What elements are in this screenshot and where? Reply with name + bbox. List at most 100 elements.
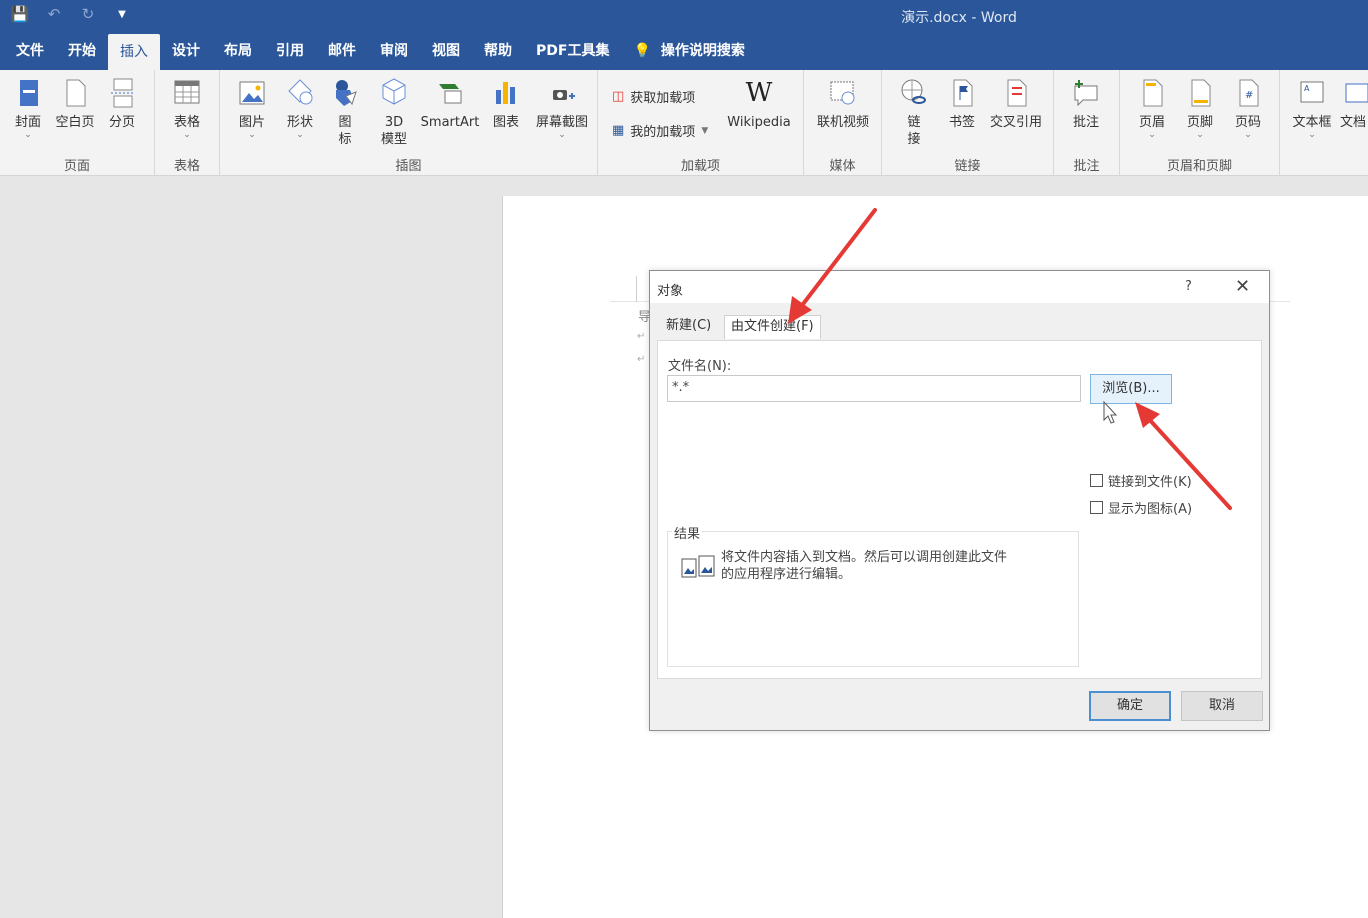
close-icon[interactable]: ✕ (1235, 276, 1250, 297)
tab-references[interactable]: 引用 (264, 33, 316, 70)
tell-me-search[interactable]: 💡 操作说明搜索 (621, 33, 756, 70)
group-label-pages: 页面 (63, 159, 90, 174)
ribbon: 封面 ⌄ 空白页 分页 页面 表格 ⌄ 表格 图片 ⌄ 形状 ⌄ 图标 3D 模… (0, 70, 1368, 176)
footer-icon (1191, 79, 1211, 107)
group-label-tables: 表格 (173, 159, 200, 174)
header-button[interactable]: 页眉 ⌄ (1134, 76, 1170, 140)
bookmark-button[interactable]: 书签 (944, 76, 980, 131)
title-bar: 💾 ↶ ↻ ▼ 演示.docx - Word (0, 0, 1368, 33)
addins-icon: ▦ (612, 123, 625, 138)
object-dialog: 对象 ? ✕ 新建(C) 由文件创建(F) 文件名(N): *.* 浏览(B).… (649, 270, 1270, 731)
cancel-button[interactable]: 取消 (1181, 691, 1263, 721)
link-to-file-checkbox[interactable]: 链接到文件(K) (1090, 471, 1192, 490)
screenshot-button[interactable]: 屏幕截图 ⌄ (530, 76, 594, 140)
tab-pdf-tools[interactable]: PDF工具集 (524, 33, 621, 70)
file-name-label: 文件名(N): (668, 359, 732, 374)
group-header-footer: 页眉 ⌄ 页脚 ⌄ # 页码 ⌄ 页眉和页脚 (1120, 70, 1280, 176)
blank-page-icon (66, 79, 86, 107)
footer-button[interactable]: 页脚 ⌄ (1182, 76, 1218, 140)
tab-create-from-file[interactable]: 由文件创建(F) (724, 315, 821, 339)
table-button[interactable]: 表格 ⌄ (169, 76, 205, 140)
smartart-button[interactable]: SmartArt (418, 76, 482, 131)
group-illustrations: 图片 ⌄ 形状 ⌄ 图标 3D 模型 SmartArt 图表 屏幕截图 ⌄ 插图 (220, 70, 598, 176)
blank-page-button[interactable]: 空白页 (52, 76, 98, 131)
tab-review[interactable]: 审阅 (368, 33, 420, 70)
svg-text:#: # (1245, 90, 1253, 101)
group-tables: 表格 ⌄ 表格 (155, 70, 220, 176)
cube-icon (382, 78, 406, 105)
textbox-button[interactable]: A 文本框 ⌄ (1290, 76, 1334, 140)
group-label-comments: 批注 (1073, 159, 1100, 174)
store-icon: ◫ (612, 89, 625, 104)
chart-icon (496, 82, 515, 104)
ok-button[interactable]: 确定 (1089, 691, 1171, 721)
picture-icon (239, 81, 265, 105)
tab-layout[interactable]: 布局 (212, 33, 264, 70)
cover-page-icon (20, 80, 38, 106)
paragraph-mark: ↵ (637, 354, 646, 365)
tab-insert[interactable]: 插入 (108, 34, 160, 70)
wikipedia-icon: W (745, 78, 773, 108)
page-break-button[interactable]: 分页 (104, 76, 140, 131)
margin-corner (636, 276, 637, 302)
embed-object-icon (681, 555, 715, 578)
tab-create-new[interactable]: 新建(C) (660, 315, 717, 339)
group-comments: 批注 批注 (1054, 70, 1120, 176)
shapes-icon (288, 79, 313, 105)
ribbon-tabs: 文件 开始 插入 设计 布局 引用 邮件 审阅 视图 帮助 PDF工具集 💡 操作… (0, 33, 1368, 70)
icons-button[interactable]: 图标 (330, 76, 360, 148)
wikipedia-button[interactable]: W Wikipedia (724, 76, 794, 131)
link-icon (901, 79, 926, 104)
online-video-button[interactable]: 联机视频 (812, 76, 874, 131)
chevron-down-icon: ▼ (701, 125, 709, 136)
tell-me-label: 操作说明搜索 (660, 43, 745, 59)
result-label: 结果 (672, 523, 703, 542)
browse-button[interactable]: 浏览(B)... (1090, 374, 1172, 404)
display-as-icon-checkbox[interactable]: 显示为图标(A) (1090, 498, 1192, 517)
header-icon (1143, 79, 1163, 107)
chart-button[interactable]: 图表 (488, 76, 524, 131)
shapes-button[interactable]: 形状 ⌄ (282, 76, 318, 140)
group-media: 联机视频 媒体 (804, 70, 882, 176)
get-addins-button[interactable]: ◫ 获取加载项 (612, 87, 695, 106)
page-number-button[interactable]: # 页码 ⌄ (1230, 76, 1266, 140)
group-label-illustrations: 插图 (395, 159, 422, 174)
comment-icon (1074, 80, 1098, 107)
page-break-icon (111, 78, 135, 108)
group-addins: ◫ 获取加载项 ▦ 我的加载项 ▼ W Wikipedia 加载项 (598, 70, 804, 176)
create-from-file-panel: 文件名(N): *.* 浏览(B)... 链接到文件(K) 显示为图标(A) 结… (657, 340, 1262, 679)
tab-help[interactable]: 帮助 (472, 33, 524, 70)
paragraph-mark: ↵ (637, 331, 646, 342)
file-name-input[interactable]: *.* (667, 375, 1081, 402)
picture-button[interactable]: 图片 ⌄ (234, 76, 270, 140)
tab-mailings[interactable]: 邮件 (316, 33, 368, 70)
link-button[interactable]: 链接 (896, 76, 932, 148)
dialog-titlebar (650, 271, 1269, 303)
group-pages: 封面 ⌄ 空白页 分页 页面 (0, 70, 155, 176)
new-comment-button[interactable]: 批注 (1068, 76, 1104, 131)
online-video-icon (830, 81, 855, 105)
tab-home[interactable]: 开始 (56, 33, 108, 70)
checkbox-box[interactable] (1090, 474, 1103, 487)
table-icon (174, 80, 200, 104)
group-text: A 文本框 ⌄ 文档 (1280, 70, 1368, 176)
checkbox-box[interactable] (1090, 501, 1103, 514)
tab-view[interactable]: 视图 (420, 33, 472, 70)
3d-models-button[interactable]: 3D 模型 (376, 76, 412, 148)
smartart-icon (439, 84, 462, 104)
page-number-icon: # (1239, 79, 1259, 107)
tab-design[interactable]: 设计 (160, 33, 212, 70)
help-button[interactable]: ? (1185, 279, 1192, 294)
cross-reference-icon (1007, 79, 1027, 107)
tab-file[interactable]: 文件 (4, 33, 56, 70)
group-links: 链接 书签 交叉引用 链接 (882, 70, 1054, 176)
quick-parts-button[interactable]: 文档 (1338, 76, 1368, 131)
quick-parts-icon (1345, 83, 1368, 103)
icons-icon (336, 80, 357, 106)
window-title: 演示.docx - Word (901, 10, 1017, 26)
cover-page-button[interactable]: 封面 ⌄ (8, 76, 48, 140)
group-label-links: 链接 (954, 159, 981, 174)
result-description: 将文件内容插入到文档。然后可以调用创建此文件的应用程序进行编辑。 (721, 550, 1008, 582)
my-addins-button[interactable]: ▦ 我的加载项 ▼ (612, 121, 708, 140)
cross-reference-button[interactable]: 交叉引用 (986, 76, 1046, 131)
